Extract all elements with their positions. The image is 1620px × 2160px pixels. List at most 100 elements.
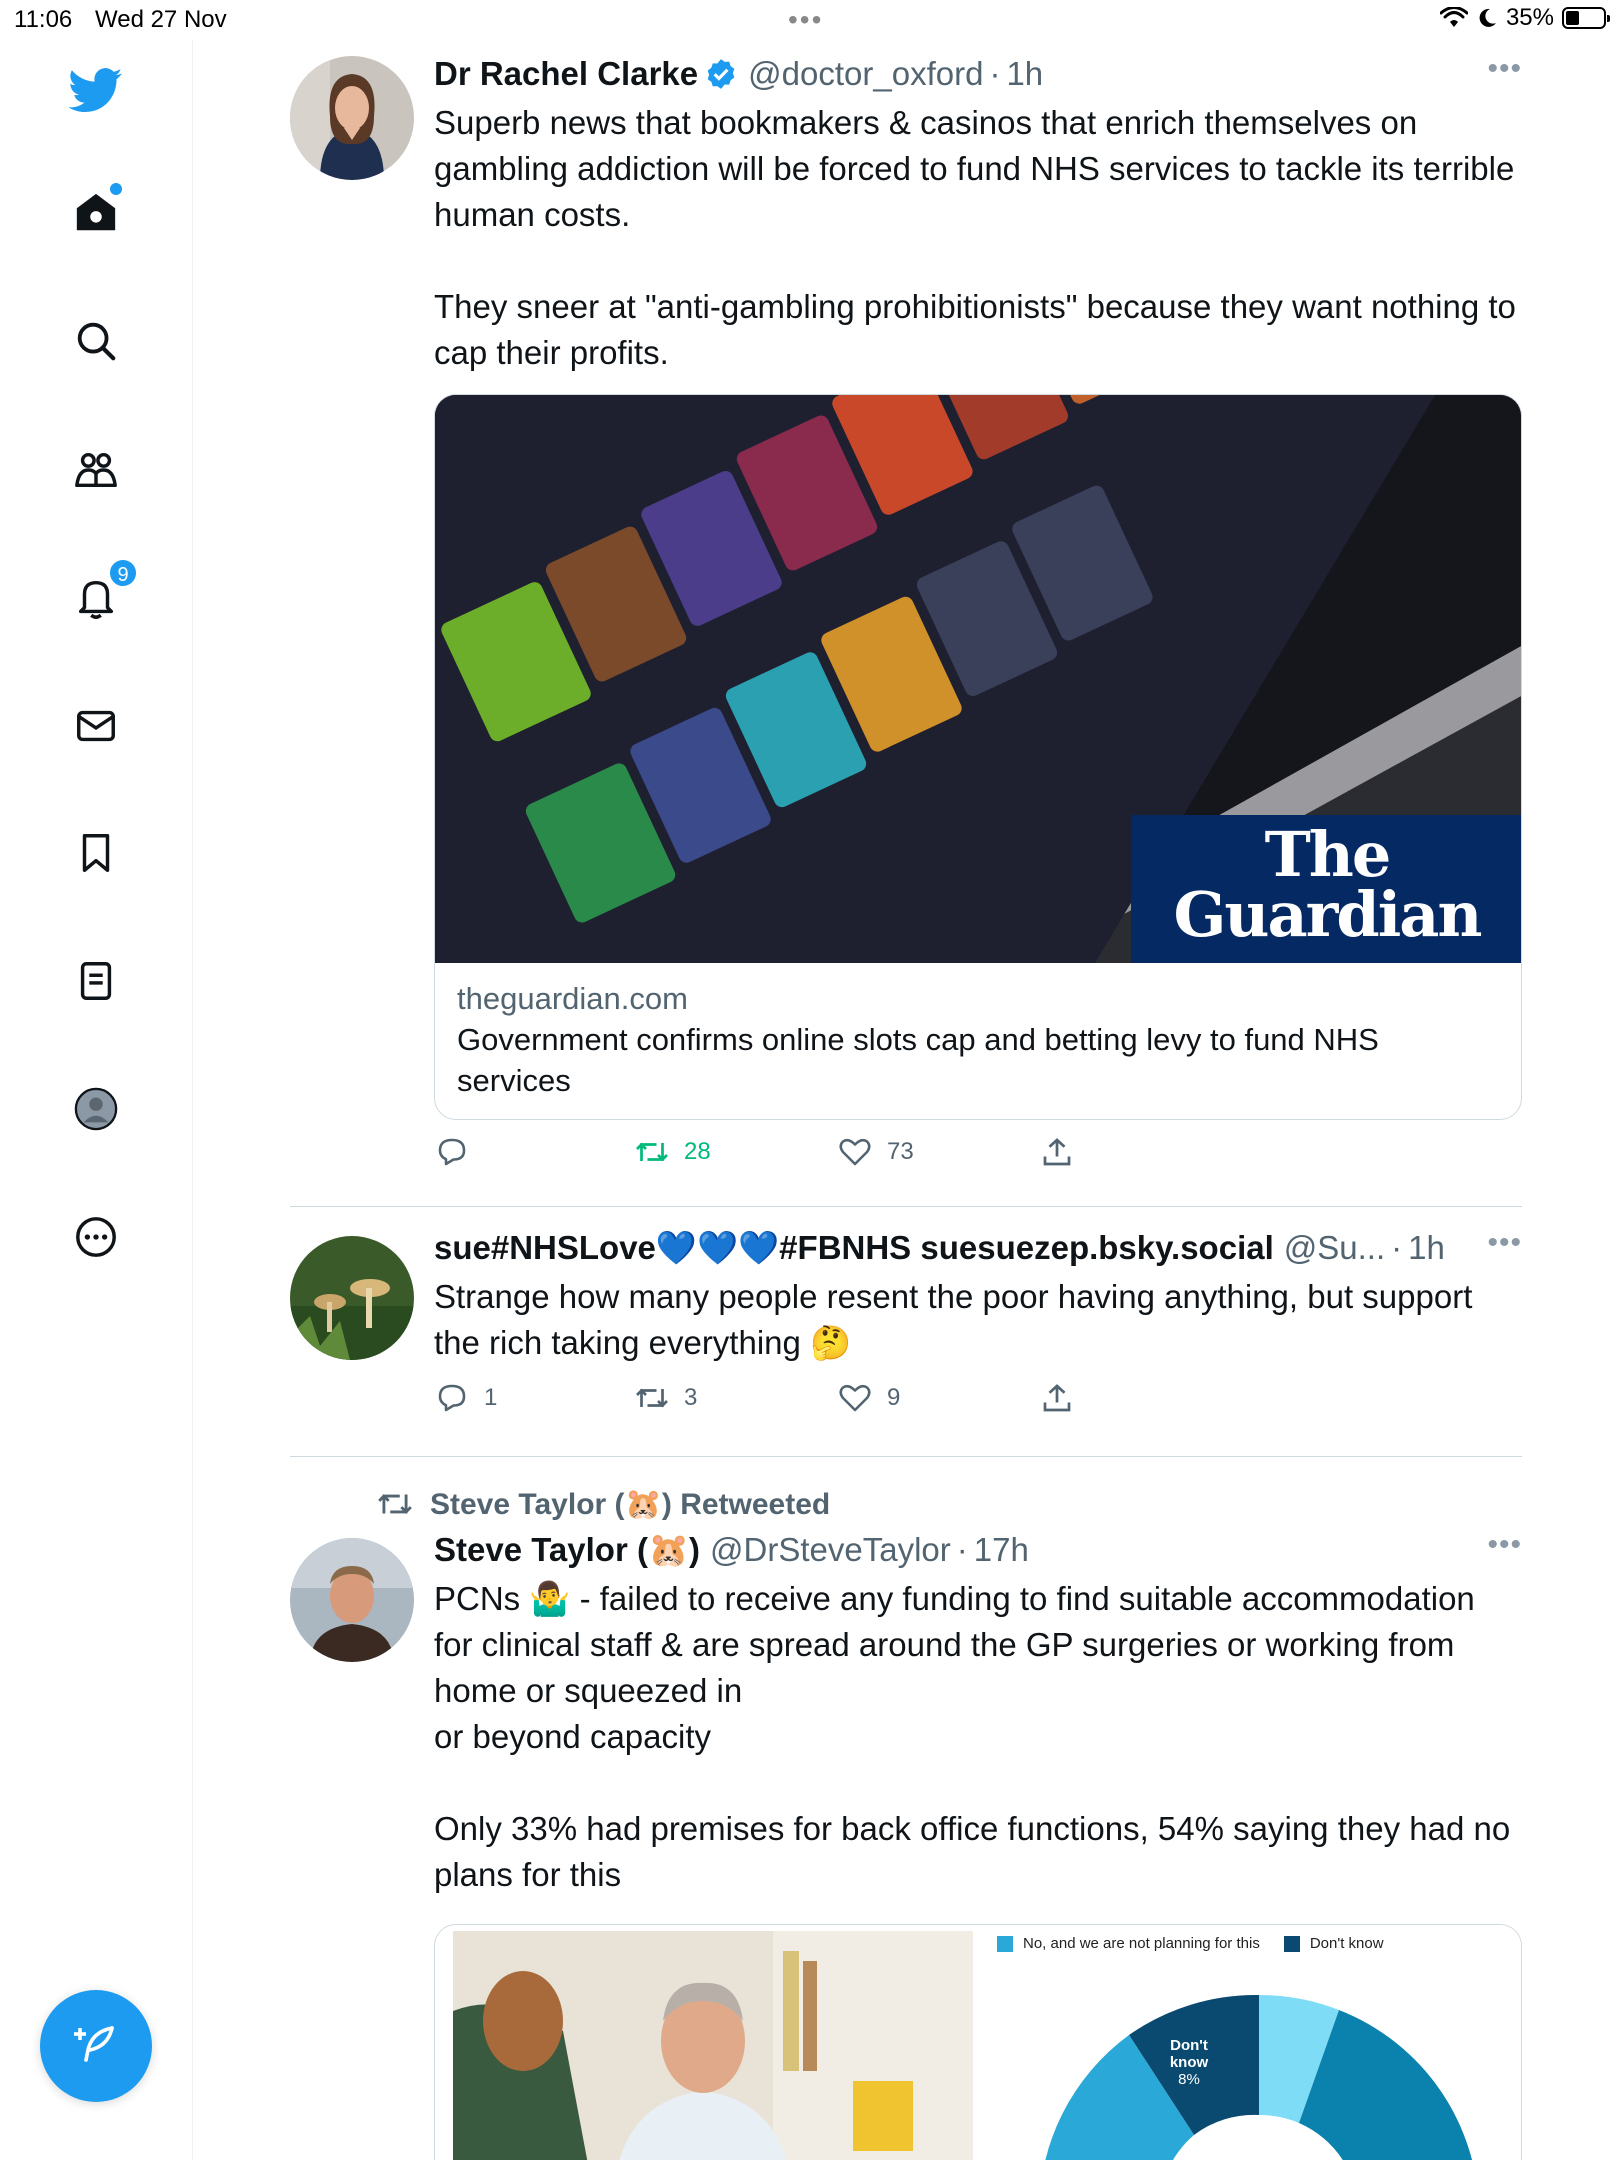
separator-dot: · bbox=[989, 55, 1001, 92]
author-handle[interactable]: @Su... bbox=[1284, 1229, 1385, 1267]
more-options-icon[interactable]: ••• bbox=[1487, 52, 1522, 86]
tweet-header: Steve Taylor (🐹) @DrSteveTaylor · 17h ••… bbox=[434, 1528, 1522, 1572]
nav-lists[interactable] bbox=[66, 951, 126, 1011]
like-button[interactable]: 9 bbox=[837, 1380, 900, 1416]
nav-profile[interactable] bbox=[66, 1079, 126, 1139]
status-bar: 11:06 Wed 27 Nov ••• 35% bbox=[0, 0, 1620, 40]
list-icon bbox=[80, 962, 112, 1000]
reply-count: 1 bbox=[484, 1384, 498, 1411]
nav-messages[interactable] bbox=[66, 696, 126, 756]
tweet[interactable]: Steve Taylor (🐹) Retweeted Steve Taylor … bbox=[290, 1482, 1522, 2160]
retweet-icon bbox=[636, 1142, 668, 1162]
share-button[interactable] bbox=[1039, 1134, 1075, 1170]
slice-label: Don't know 8% bbox=[1169, 2037, 1209, 2088]
share-button[interactable] bbox=[1039, 1380, 1075, 1416]
media-chart[interactable]: No, and we are not planning for this Don… bbox=[979, 1925, 1521, 2160]
compose-icon bbox=[74, 2026, 114, 2062]
home-icon bbox=[76, 193, 116, 231]
more-options-icon[interactable]: ••• bbox=[1487, 1226, 1522, 1260]
multitasking-dots-icon[interactable]: ••• bbox=[788, 6, 823, 34]
status-date: Wed 27 Nov bbox=[95, 6, 227, 33]
verified-badge-icon bbox=[707, 59, 735, 89]
card-image[interactable]: The Guardian bbox=[435, 395, 1521, 963]
link-card[interactable]: The Guardian theguardian.com Government … bbox=[434, 394, 1522, 1120]
more-circle-icon bbox=[76, 1217, 116, 1257]
heart-icon bbox=[839, 1138, 871, 1166]
mail-icon bbox=[77, 710, 115, 742]
battery-icon bbox=[1562, 7, 1610, 29]
compose-button[interactable] bbox=[40, 1990, 152, 2102]
communities-icon bbox=[75, 452, 117, 488]
avatar[interactable] bbox=[290, 1236, 414, 1360]
retweet-count: 3 bbox=[684, 1384, 698, 1411]
separator-dot: · bbox=[1391, 1229, 1403, 1266]
notification-badge: 9 bbox=[108, 558, 138, 588]
author-name[interactable]: Steve Taylor (🐹) bbox=[434, 1531, 700, 1570]
divider bbox=[290, 1456, 1522, 1457]
retweeted-by[interactable]: Steve Taylor (🐹) Retweeted bbox=[376, 1482, 830, 1526]
media-grid[interactable]: No, and we are not planning for this Don… bbox=[434, 1924, 1522, 2160]
reply-button[interactable] bbox=[434, 1134, 470, 1170]
donut-chart bbox=[1045, 1994, 1472, 2160]
battery-percent: 35% bbox=[1505, 4, 1554, 31]
legend-label: No, and we are not planning for this bbox=[1023, 1935, 1260, 1952]
nav-bookmarks[interactable] bbox=[66, 823, 126, 883]
tweet-actions: 28 73 bbox=[434, 1134, 1522, 1184]
retweet-icon bbox=[378, 1494, 412, 1514]
home-unread-dot bbox=[110, 183, 122, 195]
chart-legend: No, and we are not planning for this Don… bbox=[997, 1935, 1384, 1952]
reply-icon bbox=[438, 1384, 466, 1412]
retweeted-by-label: Steve Taylor (🐹) Retweeted bbox=[430, 1487, 831, 1521]
legend-swatch bbox=[1283, 1935, 1300, 1952]
divider bbox=[290, 1206, 1522, 1207]
retweet-button[interactable]: 28 bbox=[634, 1134, 711, 1170]
author-handle[interactable]: @DrSteveTaylor bbox=[710, 1531, 951, 1569]
author-handle[interactable]: @doctor_oxford bbox=[748, 55, 983, 93]
tweet-text: Strange how many people resent the poor … bbox=[434, 1278, 1482, 1361]
card-domain: theguardian.com bbox=[457, 981, 688, 1016]
reply-button[interactable]: 1 bbox=[434, 1380, 497, 1416]
card-title: Government confirms online slots cap and… bbox=[457, 1022, 1379, 1098]
nav-communities[interactable] bbox=[66, 440, 126, 500]
guardian-logo: The Guardian bbox=[1173, 818, 1482, 951]
bookmark-icon bbox=[82, 834, 110, 872]
avatar[interactable] bbox=[290, 56, 414, 180]
nav-more[interactable] bbox=[66, 1207, 126, 1267]
reply-icon bbox=[438, 1138, 466, 1166]
status-time: 11:06 bbox=[14, 6, 73, 33]
avatar[interactable] bbox=[290, 1538, 414, 1662]
tweet-actions: 1 3 9 bbox=[434, 1380, 1522, 1430]
twitter-logo-icon[interactable] bbox=[66, 60, 126, 120]
retweet-icon bbox=[636, 1388, 668, 1408]
tweet-time[interactable]: 1h bbox=[1006, 55, 1043, 93]
moon-icon bbox=[1479, 8, 1496, 27]
retweet-count: 28 bbox=[684, 1138, 711, 1165]
tweet-time[interactable]: 1h bbox=[1408, 1229, 1445, 1267]
nav-home[interactable] bbox=[66, 183, 126, 243]
media-photo[interactable] bbox=[453, 1931, 973, 2160]
like-button[interactable]: 73 bbox=[837, 1134, 914, 1170]
tweet[interactable]: Dr Rachel Clarke @doctor_oxford · 1h •••… bbox=[290, 52, 1522, 1166]
like-count: 73 bbox=[887, 1138, 914, 1165]
author-name[interactable]: Dr Rachel Clarke bbox=[434, 55, 698, 93]
search-icon bbox=[77, 322, 116, 361]
tweet[interactable]: sue#NHSLove💙💙💙#FBNHS suesuezep.bsky.soci… bbox=[290, 1226, 1522, 1456]
wifi-icon bbox=[1439, 7, 1468, 27]
legend-swatch bbox=[997, 1935, 1013, 1952]
nav-search[interactable] bbox=[66, 311, 126, 371]
separator-dot: · bbox=[956, 1531, 968, 1568]
more-options-icon[interactable]: ••• bbox=[1487, 1528, 1522, 1562]
sidebar: 9 bbox=[0, 40, 193, 2160]
tweet-header: Dr Rachel Clarke @doctor_oxford · 1h ••• bbox=[434, 52, 1522, 96]
profile-icon bbox=[74, 1087, 118, 1131]
retweet-button[interactable]: 3 bbox=[634, 1380, 697, 1416]
share-icon bbox=[1043, 1138, 1071, 1166]
tweet-time[interactable]: 17h bbox=[974, 1531, 1029, 1569]
nav-notifications[interactable]: 9 bbox=[66, 558, 138, 628]
legend-label: Don't know bbox=[1309, 1935, 1384, 1952]
author-name[interactable]: sue#NHSLove💙💙💙#FBNHS suesuezep.bsky.soci… bbox=[434, 1229, 1274, 1268]
like-count: 9 bbox=[887, 1384, 901, 1411]
tweet-header: sue#NHSLove💙💙💙#FBNHS suesuezep.bsky.soci… bbox=[434, 1226, 1522, 1270]
share-icon bbox=[1043, 1384, 1071, 1412]
heart-icon bbox=[839, 1384, 871, 1412]
